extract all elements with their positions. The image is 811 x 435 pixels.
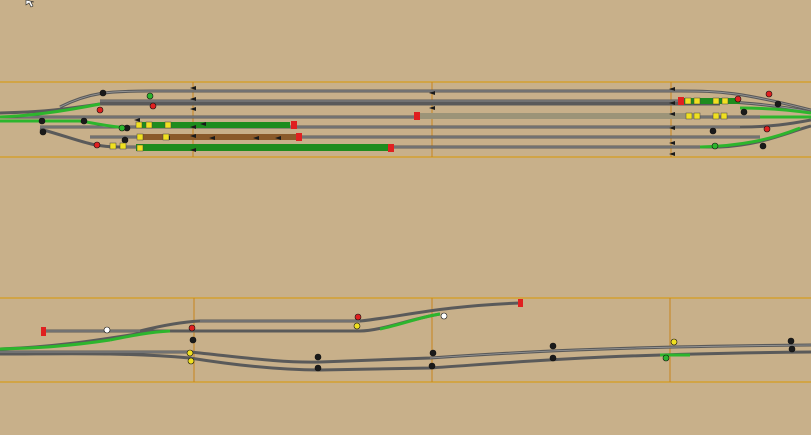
berth-marker	[162, 133, 170, 141]
signal-lamp-icon[interactable]	[121, 136, 129, 144]
lower-track-panel	[0, 297, 811, 383]
signal-lamp-icon[interactable]	[103, 326, 111, 334]
signal-lamp-icon[interactable]	[549, 342, 557, 350]
signal-lamp-icon[interactable]	[662, 354, 670, 362]
buffer-stop-icon	[518, 299, 523, 307]
train-green-upper	[138, 122, 290, 128]
signal-lamp-icon[interactable]	[186, 349, 194, 357]
train-grey-upper	[420, 113, 695, 119]
berth-marker	[693, 112, 701, 120]
mouse-pointer-icon	[25, 0, 35, 8]
buffer-stop-icon	[678, 97, 684, 105]
berth-marker	[685, 112, 693, 120]
berth-marker	[135, 121, 143, 129]
signal-lamp-icon[interactable]	[314, 353, 322, 361]
signal-lamp-icon[interactable]	[763, 125, 771, 133]
train-green-long	[136, 144, 388, 151]
signal-lamp-icon[interactable]	[549, 354, 557, 362]
track-3	[0, 102, 720, 115]
signal-lamp-icon[interactable]	[670, 338, 678, 346]
signal-lamp-icon[interactable]	[39, 128, 47, 136]
signal-lamp-icon[interactable]	[314, 364, 322, 372]
track-diagram[interactable]	[0, 0, 811, 435]
signal-lamp-icon[interactable]	[80, 117, 88, 125]
signal-lamp-icon[interactable]	[353, 322, 361, 330]
train-green-right	[684, 98, 740, 104]
signal-lamp-icon[interactable]	[711, 142, 719, 150]
berth-marker	[109, 142, 117, 150]
signal-lamp-icon[interactable]	[118, 124, 126, 132]
signal-lamp-icon[interactable]	[38, 117, 46, 125]
signal-lamp-icon[interactable]	[709, 127, 717, 135]
signal-lamp-icon[interactable]	[429, 349, 437, 357]
berth-marker	[693, 97, 701, 105]
berth-marker	[119, 142, 127, 150]
signal-lamp-icon[interactable]	[189, 336, 197, 344]
point-switch-icon[interactable]	[669, 141, 675, 145]
signal-lamp-icon[interactable]	[93, 141, 101, 149]
signal-lamp-icon[interactable]	[99, 89, 107, 97]
buffer-stop-icon	[41, 327, 46, 336]
berth-marker	[145, 121, 153, 129]
track-3	[0, 330, 151, 351]
signal-lamp-icon[interactable]	[765, 90, 773, 98]
signal-lamp-icon[interactable]	[440, 312, 448, 320]
point-switch-icon[interactable]	[134, 118, 140, 122]
signal-lamp-icon[interactable]	[149, 102, 157, 110]
signal-lamp-icon[interactable]	[759, 142, 767, 150]
signal-lamp-icon[interactable]	[428, 362, 436, 370]
signal-lamp-icon[interactable]	[354, 313, 362, 321]
signalling-canvas[interactable]	[0, 0, 811, 435]
signal-lamp-icon[interactable]	[96, 106, 104, 114]
signal-lamp-icon[interactable]	[187, 357, 195, 365]
buffer-stop-icon	[296, 133, 302, 141]
berth-marker	[136, 133, 144, 141]
signal-lamp-icon[interactable]	[774, 100, 782, 108]
buffer-stop-icon	[388, 144, 394, 152]
buffer-stop-icon	[414, 112, 420, 120]
berth-marker	[712, 97, 720, 105]
berth-marker	[721, 97, 729, 105]
signal-lamp-icon[interactable]	[740, 108, 748, 116]
signal-lamp-icon[interactable]	[788, 345, 796, 353]
berth-marker	[712, 112, 720, 120]
berth-marker	[136, 144, 144, 152]
signal-lamp-icon[interactable]	[734, 95, 742, 103]
buffer-stop-icon	[291, 121, 297, 129]
berth-marker	[164, 121, 172, 129]
point-switch-icon[interactable]	[669, 152, 675, 156]
berth-marker	[720, 112, 728, 120]
signal-lamp-icon[interactable]	[188, 324, 196, 332]
berth-marker	[684, 97, 692, 105]
signal-lamp-icon[interactable]	[787, 337, 795, 345]
signal-lamp-icon[interactable]	[146, 92, 154, 100]
track-1	[44, 301, 521, 333]
